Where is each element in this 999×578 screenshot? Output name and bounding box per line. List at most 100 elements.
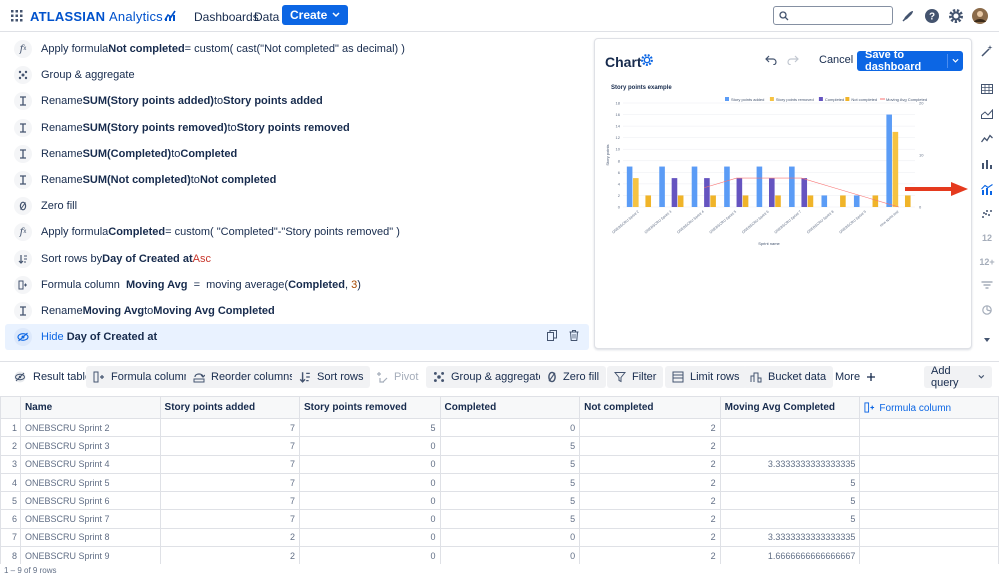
single-value-chart-icon[interactable]: 12 — [979, 230, 995, 246]
reorder-columns-button[interactable]: Reorder columns — [186, 366, 302, 388]
step-rename-not-completed[interactable]: Rename SUM(Not completed) to Not complet… — [5, 167, 589, 193]
save-to-dashboard-button[interactable]: Save to dashboard — [857, 49, 963, 73]
sort-rows-button[interactable]: Sort rows — [292, 366, 371, 388]
settings-gear-icon[interactable] — [948, 8, 964, 24]
table-row[interactable]: 1 ONEBSCRU Sprint 27502 — [0, 417, 999, 438]
column-header-story-points-removed[interactable]: Story points removed — [299, 396, 441, 419]
step-sort-rows[interactable]: Sort rows by Day of Created at Asc — [5, 246, 589, 272]
table-row[interactable]: 6 ONEBSCRU Sprint 770525 — [0, 509, 999, 529]
cell-formula-empty — [859, 491, 999, 511]
avatar[interactable] — [972, 8, 988, 24]
save-options-dropdown[interactable] — [947, 54, 959, 68]
table-chart-icon[interactable] — [979, 81, 995, 97]
bucket-data-button[interactable]: Bucket data — [743, 366, 834, 388]
step-text: to — [171, 147, 181, 160]
help-icon[interactable]: ? — [924, 8, 940, 24]
hide-icon — [14, 328, 32, 347]
limit-rows-label: Limit rows — [690, 371, 740, 383]
bar-line-combo-chart-icon[interactable] — [979, 181, 995, 197]
column-header-story-points-added[interactable]: Story points added — [159, 396, 301, 419]
value-change-chart-icon[interactable]: 12+ — [979, 254, 995, 270]
formula-column-icon — [864, 401, 875, 413]
step-field: Day of Created at — [102, 252, 193, 265]
table-row[interactable]: 3 ONEBSCRU Sprint 4 7 0 5 2 3.3333333333333335 — [0, 454, 999, 474]
step-rename-moving-avg[interactable]: Rename Moving Avg to Moving Avg Complete… — [5, 298, 589, 324]
step-rename-story-points-removed[interactable]: Rename SUM(Story points removed) to Stor… — [5, 115, 589, 141]
cell-value: 7 — [159, 472, 301, 493]
legend-swatch — [818, 97, 823, 101]
zero-fill-button[interactable]: Zero fill — [540, 366, 607, 388]
more-button[interactable]: More — [828, 366, 883, 388]
step-rename-completed[interactable]: Rename SUM(Completed) to Completed — [5, 141, 589, 167]
result-table-button[interactable]: Result table — [6, 366, 98, 388]
bar — [840, 195, 846, 207]
column-header-moving-avg-completed[interactable]: Moving Avg Completed — [719, 396, 861, 419]
scatter-chart-icon[interactable] — [979, 206, 995, 222]
formula-col-icon — [14, 275, 32, 294]
filter-button[interactable]: Filter — [607, 366, 664, 388]
step-formula-column-moving-avg[interactable]: Formula column Moving Avg = moving avera… — [5, 272, 589, 298]
step-apply-formula-completed[interactable]: fx Apply formula Completed = custom( "Co… — [5, 219, 589, 245]
row-number: 3 — [0, 454, 21, 474]
undo-icon[interactable] — [765, 55, 777, 65]
table-row[interactable]: 7 ONEBSCRU Sprint 8 2 0 0 2 3.3333333333333335 — [0, 527, 999, 548]
funnel-chart-icon[interactable] — [979, 278, 995, 294]
app-switcher-icon[interactable] — [11, 10, 23, 22]
step-text: to — [227, 121, 237, 134]
cancel-button[interactable]: Cancel — [819, 54, 853, 66]
pivot-button[interactable]: Pivot — [369, 366, 425, 388]
rocket-icon[interactable] — [900, 8, 916, 24]
cell-value: 0 — [299, 436, 441, 456]
chart-settings-gear-icon[interactable] — [640, 53, 654, 67]
step-text: to — [144, 304, 154, 317]
cell-value: 3.3333333333333335 — [719, 454, 861, 474]
chevron-down-icon[interactable] — [979, 335, 995, 345]
column-header-not-completed[interactable]: Not completed — [579, 396, 721, 419]
product-logo[interactable]: ATLASSIAN Analytics — [30, 9, 163, 24]
formula-column-button[interactable]: Formula column — [86, 366, 197, 388]
table-row[interactable]: 5 ONEBSCRU Sprint 670525 — [0, 491, 999, 511]
create-button[interactable]: Create — [282, 5, 349, 25]
step-zero-fill[interactable]: Zero fill — [5, 193, 589, 219]
analytics-logo-icon — [164, 10, 176, 21]
table-row[interactable]: 4 ONEBSCRU Sprint 570525 — [0, 472, 999, 493]
step-apply-formula-not-completed[interactable]: fx Apply formula Not completed = custom(… — [5, 36, 589, 62]
nav-dashboards[interactable]: Dashboards — [194, 10, 259, 24]
copy-icon[interactable] — [547, 330, 557, 342]
step-group-aggregate[interactable]: Group & aggregate — [5, 62, 589, 88]
line-chart-icon[interactable] — [979, 131, 995, 147]
step-field: Not completed — [108, 43, 185, 56]
column-header-completed[interactable]: Completed — [439, 396, 581, 419]
step-hide-day-of-created[interactable]: Hide Day of Created at — [5, 324, 589, 351]
area-chart-icon[interactable] — [979, 106, 995, 122]
rename-icon — [14, 118, 32, 137]
redo-icon[interactable] — [787, 55, 799, 65]
cell-value: 2 — [579, 546, 721, 564]
step-expression: = moving average( — [187, 278, 289, 291]
x-tick-label: new sprint test — [879, 210, 899, 228]
limit-rows-button[interactable]: Limit rows — [665, 366, 747, 388]
column-header-name[interactable]: Name — [19, 396, 161, 419]
y-tick-label: 16 — [616, 112, 621, 117]
cell-name: ONEBSCRU Sprint 8 — [19, 527, 161, 548]
magic-wand-icon[interactable] — [979, 43, 995, 59]
table-row[interactable]: 2 ONEBSCRU Sprint 37052 — [0, 436, 999, 456]
nav-data[interactable]: Data — [254, 10, 279, 24]
table-row[interactable]: 8 ONEBSCRU Sprint 9 2 0 0 2 1.6666666666666667 — [0, 546, 999, 564]
trash-icon[interactable] — [569, 330, 579, 342]
rename-icon — [14, 301, 32, 320]
step-text: Rename — [41, 121, 83, 134]
bar-chart-icon[interactable] — [979, 156, 995, 172]
search-input[interactable] — [773, 6, 893, 25]
bar — [886, 114, 892, 207]
step-rename-story-points-added[interactable]: Rename SUM(Story points added) to Story … — [5, 88, 589, 114]
group-aggregate-button[interactable]: Group & aggregate — [426, 366, 552, 388]
bar — [756, 166, 763, 207]
add-formula-column-header[interactable]: Formula column — [859, 396, 999, 419]
x-tick-label: ONEBSCRU Sprint 6 — [741, 210, 769, 235]
cell-value: 7 — [159, 454, 301, 474]
cell-value: 0 — [439, 527, 581, 548]
cell-name: ONEBSCRU Sprint 5 — [19, 472, 161, 493]
pie-chart-icon[interactable] — [979, 302, 995, 318]
add-query-button[interactable]: Add query — [924, 365, 992, 389]
